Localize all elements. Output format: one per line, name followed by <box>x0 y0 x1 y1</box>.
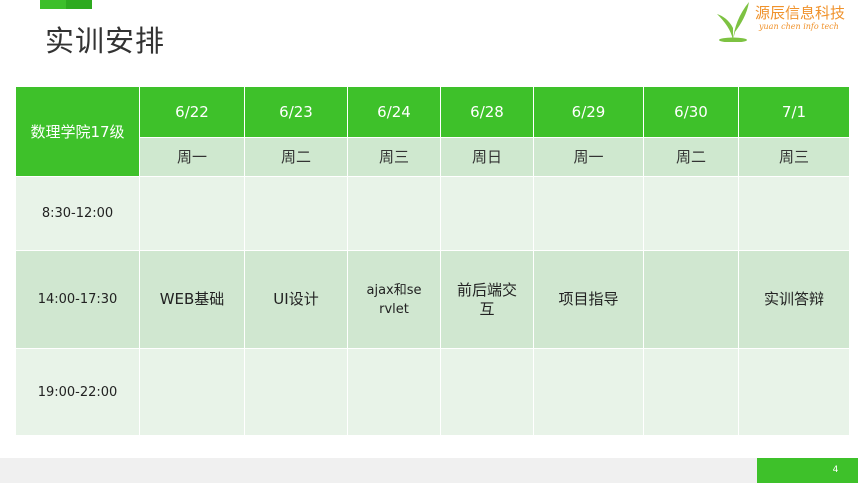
table-row: 19:00-22:00 <box>15 348 850 436</box>
schedule-cell <box>643 175 739 251</box>
schedule-cell: ajax和servlet <box>347 249 441 350</box>
leaf-logo-icon <box>717 2 749 43</box>
schedule-cell <box>643 249 739 350</box>
schedule-table: 数理学院17级 6/22 6/23 6/24 6/28 6/29 6/30 7/… <box>15 85 850 436</box>
date-header: 6/29 <box>533 85 644 139</box>
footer-bar <box>0 458 858 483</box>
date-header: 6/28 <box>440 85 534 139</box>
schedule-cell <box>643 348 739 436</box>
table-row: 8:30-12:00 <box>15 175 850 251</box>
weekday-header: 周日 <box>440 137 534 177</box>
date-header: 6/30 <box>643 85 739 139</box>
schedule-cell <box>738 175 850 251</box>
slide-title: 实训安排 <box>45 24 166 58</box>
footer-accent <box>757 458 813 483</box>
schedule-cell <box>139 175 245 251</box>
schedule-cell-text: ajax和servlet <box>366 282 422 317</box>
weekday-header: 周二 <box>643 137 739 177</box>
schedule-cell: WEB基础 <box>139 249 245 350</box>
weekday-header: 周一 <box>139 137 245 177</box>
schedule-cell: 项目指导 <box>533 249 644 350</box>
schedule-cell <box>347 348 441 436</box>
schedule-cell <box>139 348 245 436</box>
schedule-cell <box>244 348 348 436</box>
schedule-cell <box>533 175 644 251</box>
schedule-cell <box>533 348 644 436</box>
schedule-cell: 前后端交互 <box>440 249 534 350</box>
schedule-cell <box>440 348 534 436</box>
company-logo: 源辰信息科技 yuan chen info tech <box>713 0 858 43</box>
schedule-cell <box>738 348 850 436</box>
schedule-cell <box>440 175 534 251</box>
table-corner-header: 数理学院17级 <box>15 86 140 177</box>
schedule-cell <box>347 175 441 251</box>
logo-name: 源辰信息科技 <box>755 4 846 22</box>
schedule-cell <box>244 175 348 251</box>
top-accent-bar <box>40 0 92 9</box>
schedule-cell: 实训答辩 <box>738 249 850 350</box>
date-header: 6/23 <box>244 85 348 139</box>
time-slot-label: 8:30-12:00 <box>15 175 140 251</box>
page-number: 4 <box>813 458 858 483</box>
weekday-header: 周三 <box>738 137 850 177</box>
date-header: 6/22 <box>139 85 245 139</box>
logo-subtitle: yuan chen info tech <box>759 22 839 31</box>
table-row: 14:00-17:30 WEB基础 UI设计 ajax和servlet 前后端交… <box>15 249 850 350</box>
time-slot-label: 14:00-17:30 <box>15 249 140 350</box>
weekday-header: 周一 <box>533 137 644 177</box>
schedule-cell-text: 前后端交互 <box>456 280 517 318</box>
date-header: 7/1 <box>738 85 850 139</box>
weekday-header: 周二 <box>244 137 348 177</box>
date-header: 6/24 <box>347 85 441 139</box>
weekday-header: 周三 <box>347 137 441 177</box>
schedule-cell: UI设计 <box>244 249 348 350</box>
time-slot-label: 19:00-22:00 <box>15 348 140 436</box>
